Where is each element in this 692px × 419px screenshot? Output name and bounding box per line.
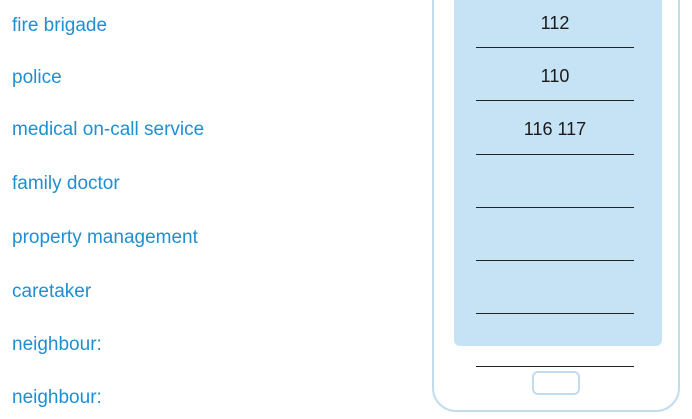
write-line (476, 260, 634, 261)
phone-screen (454, 0, 662, 346)
number-field-police[interactable]: 110 (476, 65, 634, 87)
contact-label-caretaker: caretaker (12, 281, 92, 302)
contact-label-medical-on-call: medical on-call service (12, 119, 205, 140)
phone-home-button (532, 371, 580, 395)
write-line (476, 100, 634, 101)
number-field-medical-on-call[interactable]: 116 117 (476, 118, 634, 140)
contact-label-police: police (12, 67, 62, 88)
contact-label-family-doctor: family doctor (12, 173, 120, 194)
write-line (476, 313, 634, 314)
contact-label-neighbour-1: neighbour: (12, 334, 102, 355)
contact-label-neighbour-2: neighbour: (12, 387, 102, 408)
contact-label-property-management: property management (12, 227, 198, 248)
write-line (476, 366, 634, 367)
write-line (476, 47, 634, 48)
number-field-fire-brigade[interactable]: 112 (476, 12, 634, 34)
write-line (476, 154, 634, 155)
contact-label-fire-brigade: fire brigade (12, 15, 108, 36)
write-line (476, 207, 634, 208)
